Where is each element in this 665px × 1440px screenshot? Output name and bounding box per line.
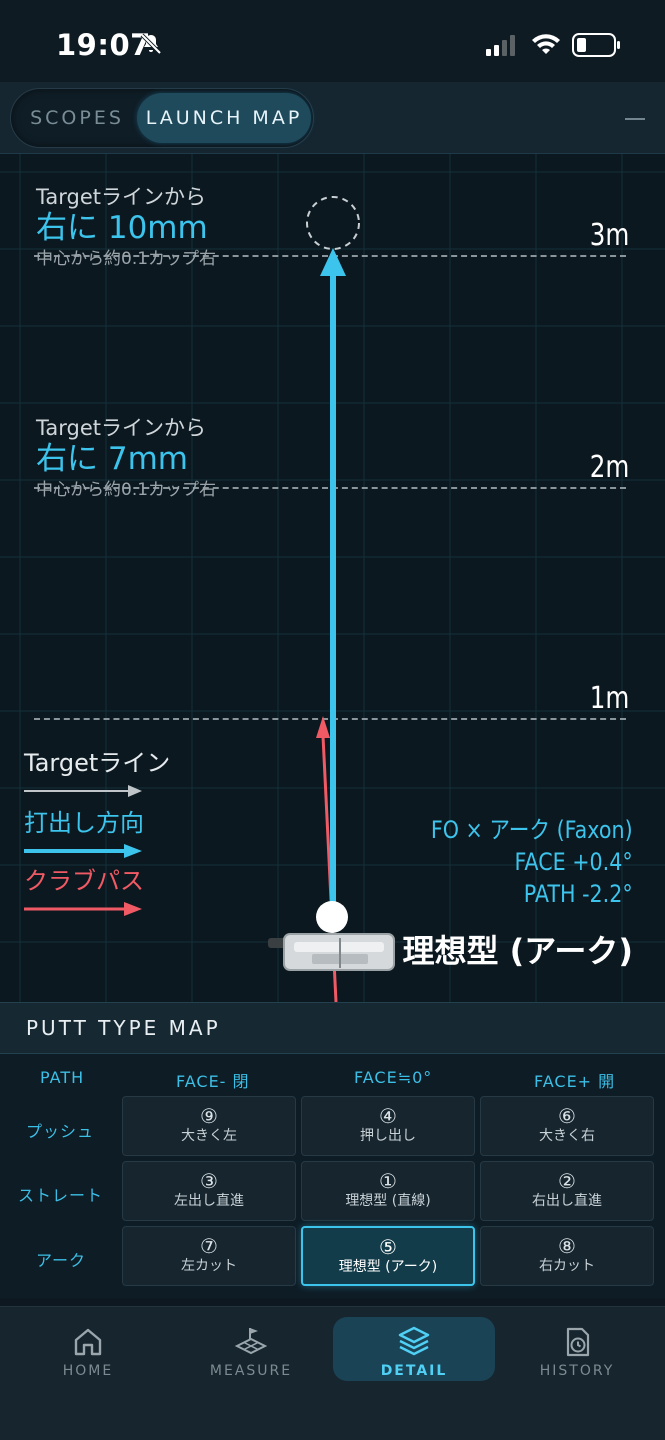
- launch-direction-arrowhead: [320, 248, 346, 276]
- legend-label: クラブパス: [24, 867, 144, 895]
- legend-launch-direction: 打出し方向: [24, 808, 144, 862]
- legend-label: 打出し方向: [24, 809, 144, 837]
- row-header-straight: ストレート: [18, 1186, 104, 1205]
- putt-type-name: 右出し直進: [532, 1193, 602, 1209]
- legend-club-path: クラブパス: [24, 866, 144, 920]
- tab-scopes[interactable]: SCOPES: [15, 93, 139, 143]
- putt-type-number: ⑥: [558, 1104, 576, 1128]
- putt-type-name: 大きく左: [181, 1128, 237, 1144]
- cellular-signal-icon: [486, 35, 515, 56]
- status-time: 19:07: [56, 28, 151, 62]
- target-line-arrow-icon: [24, 785, 142, 797]
- minimize-icon[interactable]: [625, 118, 645, 120]
- nav-label: HOME: [62, 1363, 114, 1379]
- col-header-face-square: FACE≒0°: [354, 1068, 433, 1087]
- putt-type-name: 大きく右: [539, 1128, 595, 1144]
- legend-label: Targetライン: [24, 749, 171, 777]
- stroke-type: FO × アーク (Faxon): [431, 816, 633, 844]
- status-bar: 19:07: [0, 0, 665, 82]
- tab-launch-map[interactable]: LAUNCH MAP: [137, 93, 311, 143]
- putt-type-label: 理想型 (アーク): [402, 932, 633, 970]
- putt-type-map-title: PUTT TYPE MAP: [26, 1016, 221, 1040]
- face-angle: FACE +0.4°: [514, 848, 633, 876]
- target-cup-icon: [306, 196, 360, 250]
- putt-type-cell[interactable]: ④ 押し出し: [301, 1096, 475, 1156]
- silent-bell-icon: [140, 33, 162, 55]
- nav-home[interactable]: HOME: [7, 1317, 169, 1381]
- layers-icon: [398, 1326, 430, 1356]
- putt-type-number: ⑤: [379, 1235, 397, 1259]
- col-header-face-open: FACE+ 開: [534, 1072, 616, 1091]
- putt-type-number: ④: [379, 1104, 397, 1128]
- putt-type-number: ⑦: [200, 1234, 218, 1258]
- launch-direction-arrow-icon: [24, 844, 142, 858]
- home-icon: [74, 1328, 102, 1356]
- putt-type-cell[interactable]: ① 理想型 (直線): [301, 1161, 475, 1221]
- row-header-push: プッシュ: [26, 1122, 95, 1141]
- putt-type-number: ③: [200, 1169, 218, 1193]
- putt-type-cell[interactable]: ⑨ 大きく左: [122, 1096, 296, 1156]
- putt-type-name: 左出し直進: [174, 1193, 244, 1209]
- putt-type-name: 理想型 (アーク): [338, 1259, 438, 1275]
- battery-icon: [572, 33, 620, 57]
- stroke-parameters: FO × アーク (Faxon) FACE +0.4° PATH -2.2°: [431, 814, 633, 910]
- nav-label: MEASURE: [209, 1363, 293, 1379]
- putt-type-name: 理想型 (直線): [345, 1193, 431, 1209]
- putt-type-map-header: PUTT TYPE MAP: [0, 1002, 665, 1054]
- putt-type-grid: PATH FACE- 閉 FACE≒0° FACE+ 開 プッシュ ストレート …: [0, 1054, 665, 1298]
- path-header: PATH: [40, 1068, 85, 1087]
- putt-type-cell-selected[interactable]: ⑤ 理想型 (アーク): [301, 1226, 475, 1286]
- row-header-arc: アーク: [36, 1251, 87, 1270]
- path-angle: PATH -2.2°: [524, 880, 633, 908]
- putt-type-name: 左カット: [181, 1258, 237, 1274]
- view-segmented-control: SCOPES LAUNCH MAP: [10, 88, 314, 148]
- bottom-nav: HOME MEASURE DETAIL HISTORY: [0, 1306, 665, 1440]
- club-path-arrow-icon: [24, 902, 142, 916]
- view-switcher-bar: SCOPES LAUNCH MAP: [0, 82, 665, 154]
- putt-type-number: ⑨: [200, 1104, 218, 1128]
- putt-type-cell[interactable]: ② 右出し直進: [480, 1161, 654, 1221]
- legend-target-line: Targetライン: [24, 748, 170, 802]
- nav-history[interactable]: HISTORY: [496, 1317, 658, 1381]
- putt-type-name: 右カット: [539, 1258, 595, 1274]
- nav-measure[interactable]: MEASURE: [170, 1317, 332, 1381]
- measure-icon: [234, 1328, 268, 1355]
- nav-label: HISTORY: [539, 1363, 615, 1379]
- putt-type-cell[interactable]: ⑥ 大きく右: [480, 1096, 654, 1156]
- putt-type-number: ①: [379, 1169, 397, 1193]
- history-icon: [566, 1327, 590, 1357]
- wifi-icon: [532, 34, 560, 54]
- putt-type-number: ⑧: [558, 1234, 576, 1258]
- putter-head-icon: [268, 933, 395, 971]
- ball-icon: [316, 901, 348, 933]
- club-path-arrowhead: [316, 716, 330, 738]
- launch-map: 3m 2m 1m Targetラインから 右に 10mm 中心から約0.1カップ…: [0, 154, 665, 1002]
- nav-detail[interactable]: DETAIL: [333, 1317, 495, 1381]
- putt-type-cell[interactable]: ⑧ 右カット: [480, 1226, 654, 1286]
- putt-type-cell[interactable]: ③ 左出し直進: [122, 1161, 296, 1221]
- putt-type-number: ②: [558, 1169, 576, 1193]
- col-header-face-closed: FACE- 閉: [176, 1072, 250, 1091]
- putt-type-name: 押し出し: [360, 1128, 416, 1144]
- putt-type-map: PUTT TYPE MAP PATH FACE- 閉 FACE≒0° FACE+…: [0, 1002, 665, 1298]
- putt-type-cell[interactable]: ⑦ 左カット: [122, 1226, 296, 1286]
- nav-label: DETAIL: [380, 1363, 448, 1379]
